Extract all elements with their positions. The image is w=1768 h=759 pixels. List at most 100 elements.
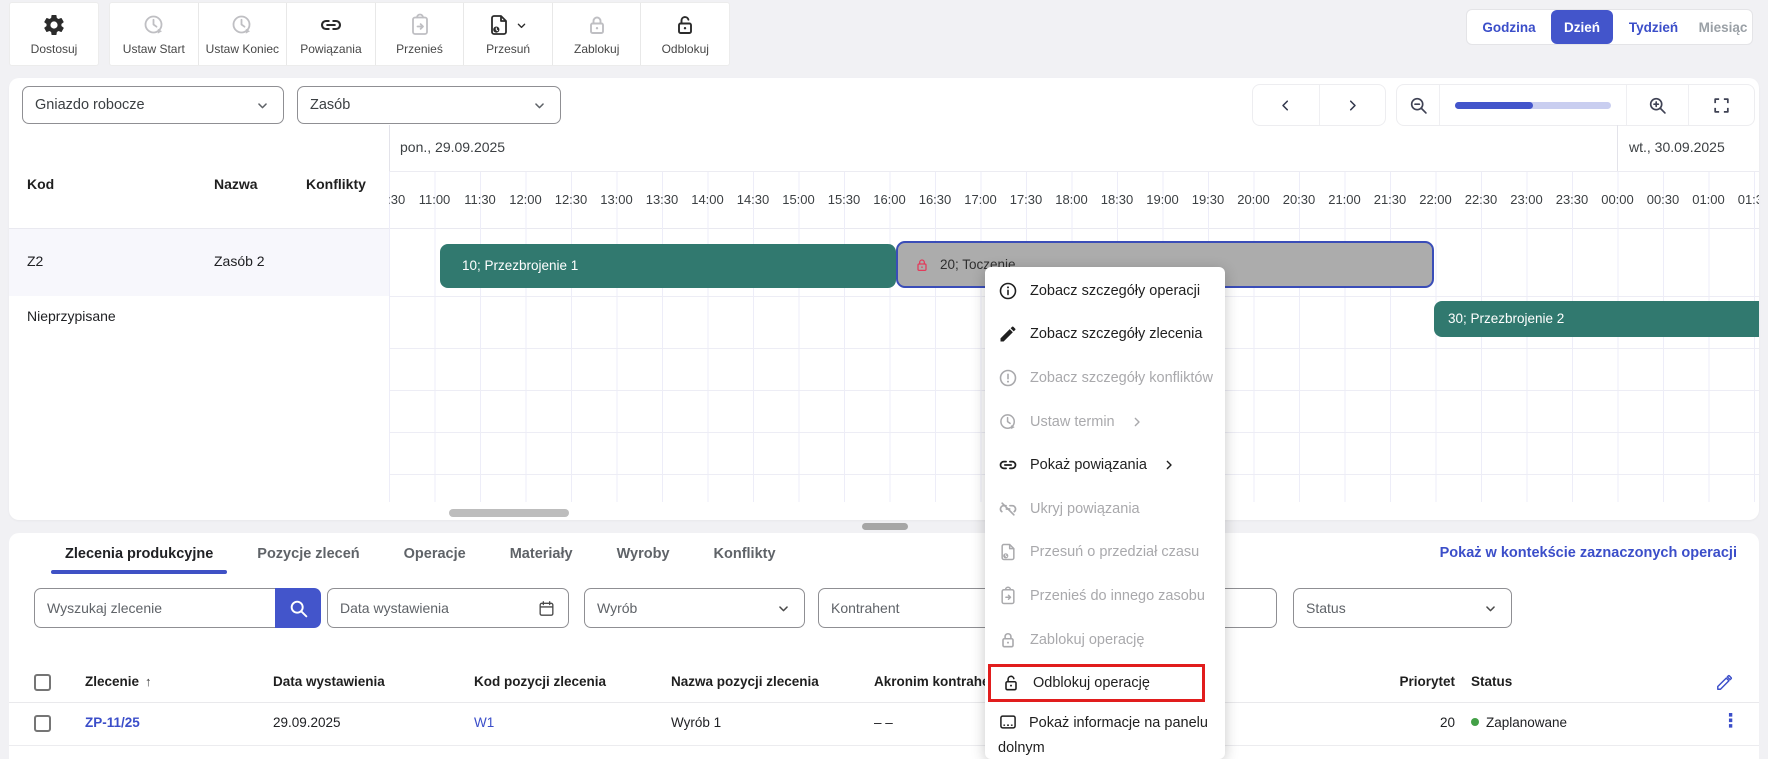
toolbar-button-label: Ustaw Koniec (206, 42, 279, 56)
col-priorytet[interactable]: Priorytet (1392, 674, 1455, 689)
context-menu-item-label: Ustaw termin (1030, 414, 1115, 430)
gantt-bar-operation-10[interactable]: 10; Przezbrojenie 1 (440, 244, 896, 288)
product-filter[interactable]: Wyrób (584, 588, 805, 628)
order-number-link[interactable]: ZP-11/25 (85, 715, 140, 730)
toolbar-button-ustaw-start[interactable]: Ustaw Start (110, 3, 198, 65)
fullscreen-button[interactable] (1688, 85, 1754, 125)
resource-row-kod[interactable]: Z2 (27, 253, 43, 269)
view-toggle-miesiac[interactable]: Miesiąc (1694, 10, 1752, 44)
tab-operacje[interactable]: Operacje (404, 539, 466, 573)
time-tick: 19:30 (1192, 192, 1225, 207)
clipboard-arrow-icon (998, 586, 1018, 606)
context-menu-item-pokaz-powiazania[interactable]: Pokaż powiązania (985, 443, 1225, 487)
view-toggle-dzien[interactable]: Dzień (1551, 10, 1613, 44)
time-tick: 11:00 (419, 192, 451, 207)
context-menu-item-odblokuj-operacje[interactable]: Odblokuj operację (988, 664, 1205, 702)
row-checkbox[interactable] (34, 715, 51, 732)
zoom-in-button[interactable] (1626, 85, 1688, 125)
time-tick: 10:30 (389, 192, 405, 207)
context-menu-item-zablokuj-operacje[interactable]: Zablokuj operację (985, 618, 1225, 662)
orders-table-header: Zlecenie↑ Data wystawienia Kod pozycji z… (9, 664, 1759, 703)
context-menu-item-ustaw-termin[interactable]: Ustaw termin (985, 400, 1225, 444)
status-filter[interactable]: Status (1293, 588, 1512, 628)
col-zlecenie[interactable]: Zlecenie↑ (85, 674, 152, 689)
edit-columns-icon[interactable] (1715, 673, 1734, 692)
time-tick: 01:00 (1692, 192, 1725, 207)
resource-row-unassigned[interactable]: Nieprzypisane (27, 308, 116, 324)
context-menu-item-ukryj-powiazania[interactable]: Ukryj powiązania (985, 487, 1225, 531)
time-tick: 12:00 (509, 192, 542, 207)
file-clock-icon (487, 13, 511, 37)
time-tick: 20:00 (1237, 192, 1270, 207)
unlock-icon (1001, 673, 1021, 693)
toolbar-button-zablokuj[interactable]: Zablokuj (552, 3, 641, 65)
time-tick: 12:30 (555, 192, 588, 207)
time-tick: 15:00 (782, 192, 815, 207)
time-tick: 15:30 (828, 192, 861, 207)
sort-asc-icon: ↑ (145, 674, 152, 689)
view-toggle-godzina[interactable]: Godzina (1467, 10, 1551, 44)
zoom-out-button[interactable] (1397, 85, 1439, 125)
tab-pozycje-zlecen[interactable]: Pozycje zleceń (257, 539, 359, 573)
toolbar-button-przesun[interactable]: Przesuń (463, 3, 552, 65)
search-button[interactable] (275, 588, 321, 628)
context-menu-item-przesun-o-przedzial-czasu[interactable]: Przesuń o przedział czasu (985, 531, 1225, 575)
issue-date-filter[interactable]: Data wystawienia (327, 588, 569, 628)
file-clock-icon (998, 542, 1018, 562)
toolbar-button-odblokuj[interactable]: Odblokuj (640, 3, 729, 65)
tab-materialy[interactable]: Materiały (510, 539, 573, 573)
context-menu-item-zobacz-szczegoly-operacji[interactable]: Zobacz szczegóły operacji (985, 269, 1225, 313)
chevron-right-icon (1161, 457, 1177, 473)
orders-tabs: Zlecenia produkcyjne Pozycje zleceń Operac… (65, 539, 776, 573)
gantt-horizontal-scrollbar[interactable] (449, 509, 569, 517)
row-menu-icon[interactable]: ⋮ (1721, 710, 1740, 733)
clock-play-icon (142, 13, 166, 37)
status-dot (1471, 718, 1479, 726)
resource-select[interactable]: Zasób (297, 86, 561, 124)
col-kod-pozycji[interactable]: Kod pozycji zlecenia (474, 674, 606, 689)
show-in-context-link[interactable]: Pokaż w kontekście zaznaczonych operacji (1440, 545, 1737, 561)
time-tick: 21:30 (1374, 192, 1407, 207)
order-row[interactable]: ZP-11/25 29.09.2025 W1 Wyrób 1 – – 20 Za… (9, 702, 1759, 746)
chevron-down-icon (254, 97, 271, 114)
zoom-slider[interactable] (1439, 85, 1626, 125)
gantt-bar-operation-30[interactable]: 30; Przezbrojenie 2 (1434, 301, 1759, 337)
zoom-out-icon (1408, 95, 1429, 116)
col-data-wystawienia[interactable]: Data wystawienia (273, 674, 385, 689)
tab-konflikty[interactable]: Konflikty (714, 539, 776, 573)
fullscreen-icon (1712, 96, 1731, 115)
tab-zlecenia-produkcyjne[interactable]: Zlecenia produkcyjne (65, 539, 213, 573)
toolbar-button-powiazania[interactable]: Powiązania (286, 3, 375, 65)
zoom-controls (1396, 84, 1755, 126)
gantt-panel: Gniazdo robocze Zasób Kod Nazwa Konflikt… (9, 78, 1759, 520)
toolbar-button-ustaw-koniec[interactable]: Ustaw Koniec (198, 3, 287, 65)
next-period-button[interactable] (1319, 85, 1386, 125)
context-menu-item-zobacz-szczegoly-konfliktow[interactable]: Zobacz szczegóły konfliktów (985, 356, 1225, 400)
resource-row-nazwa[interactable]: Zasób 2 (214, 253, 265, 269)
chevron-down-icon (1482, 600, 1499, 617)
toolbar-button-label: Dostosuj (31, 42, 78, 56)
search-order-input[interactable]: Wyszukaj zlecenie (34, 588, 276, 628)
zoom-slider-track[interactable] (1455, 102, 1611, 109)
time-tick: 14:30 (737, 192, 770, 207)
context-menu-item-zobacz-szczegoly-zlecenia[interactable]: Zobacz szczegóły zlecenia (985, 313, 1225, 357)
col-nazwa-pozycji[interactable]: Nazwa pozycji zlecenia (671, 674, 819, 689)
panel-resize-handle[interactable] (862, 523, 908, 530)
workstation-select[interactable]: Gniazdo robocze (22, 86, 284, 124)
toolbar-button-przenies[interactable]: Przenieś (375, 3, 464, 65)
col-status[interactable]: Status (1471, 674, 1512, 689)
prev-period-button[interactable] (1253, 85, 1319, 125)
toolbar-button-label: Przesuń (486, 42, 530, 56)
context-menu-item-przenies-do-innego-zasobu[interactable]: Przenieś do innego zasobu (985, 574, 1225, 618)
select-all-checkbox[interactable] (34, 674, 51, 691)
resource-col-kod: Kod (27, 176, 54, 192)
tab-wyroby[interactable]: Wyroby (617, 539, 670, 573)
context-menu-item-pokaz-informacje-na-panelu-dolnym[interactable]: Pokaż informacje na panelu dolnym (985, 704, 1225, 759)
toolbar-button-dostosuj[interactable]: Dostosuj (10, 3, 98, 65)
view-toggle-tydzien[interactable]: Tydzień (1613, 10, 1694, 44)
context-menu-item-label: Zobacz szczegóły zlecenia (1030, 326, 1202, 342)
status-placeholder: Status (1306, 600, 1346, 616)
order-item-code-link[interactable]: W1 (474, 715, 494, 730)
time-tick: 21:00 (1328, 192, 1361, 207)
toolbar-button-label: Przenieś (396, 42, 443, 56)
